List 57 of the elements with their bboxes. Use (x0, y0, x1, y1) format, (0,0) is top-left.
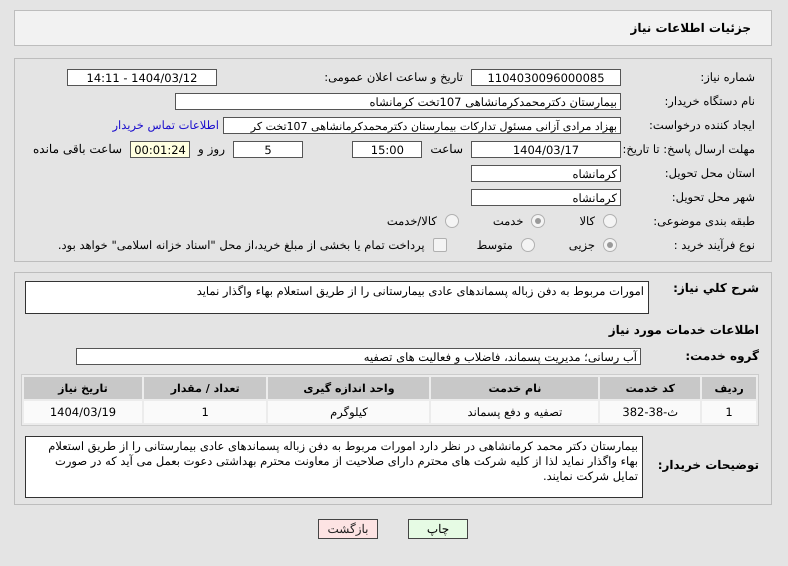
days-label: روز و (198, 142, 226, 156)
days-field: 5 (233, 140, 304, 158)
table-cell: کیلوگرم (268, 401, 430, 423)
table-cell: 1 (144, 401, 266, 423)
column-header: ردیف (702, 377, 756, 399)
payment-checkbox[interactable] (432, 238, 447, 252)
radio-label: کالا/خدمت (386, 214, 437, 228)
deadline-date-field: 1404/03/17 (471, 140, 621, 158)
province-field: کرمانشاه (471, 164, 621, 182)
purchase-type-radio[interactable] (520, 238, 535, 252)
field-label: تاریخ و ساعت اعلان عمومی: (323, 70, 463, 84)
checkbox-label: پرداخت تمام یا بخشی از مبلغ خرید،از محل "اسناد خزانه اسلامی" خواهد بود. (58, 238, 425, 252)
radio-label: خدمت (492, 214, 524, 228)
radio-label: متوسط (476, 238, 513, 252)
city-field: کرمانشاه (471, 188, 621, 206)
deadline-time-field: 15:00 (352, 140, 422, 158)
buyer-org-field: بیمارستان دکترمحمدکرمانشاهی 107تخت کرمانشاه (175, 92, 621, 110)
field-label: نام دستگاه خریدار: (663, 94, 756, 108)
field-label: ایجاد کننده درخواست: (648, 118, 756, 132)
back-button[interactable]: بازگشت (318, 519, 378, 539)
field-label: توضیحات خریدار: (656, 458, 760, 472)
table-cell: ث-38-382 (600, 401, 700, 423)
remaining-label: ساعت باقی مانده (33, 142, 122, 156)
announce-datetime-field: 1404/03/12 - 14:11 (67, 68, 217, 86)
table-cell: تصفیه و دفع پسماند (431, 401, 598, 423)
field-label: شماره نیاز: (699, 70, 756, 84)
buyer-contact-link[interactable]: اطلاعات تماس خریدار (112, 118, 219, 132)
field-label: شهر محل تحویل: (670, 190, 756, 204)
time-label: ساعت (430, 142, 463, 156)
service-group-field: آب رسانی؛ مدیریت پسماند، فاضلاب و فعالیت های تصفیه (76, 348, 641, 364)
buyer-notes-textarea[interactable]: بیمارستان دکتر محمد کرمانشاهی در نظر دارد امورات مربوط به دفن زباله پسماندهای عادی بیمارستانی را از طریق استعلام بهاء واگذار نماید لذا از کلیه شرکت های محترم دارای صلاحیت از معاونت محترم بهداشتی دعوت بعمل می آید که در صورت تمایل شرکت نمایند. (25, 436, 643, 498)
column-header: تعداد / مقدار (144, 377, 266, 399)
field-label: گروه خدمت: (684, 349, 760, 363)
field-label: شرح کلي نياز: (672, 281, 760, 295)
table-cell: 1 (702, 401, 756, 423)
purchase-type-radio[interactable] (603, 238, 617, 252)
category-radio[interactable] (444, 214, 459, 228)
field-label: نوع فرآیند خرید : (672, 238, 756, 252)
field-label: استان محل تحویل: (664, 166, 756, 180)
print-button[interactable]: چاپ (408, 519, 468, 539)
requester-field: بهزاد مرادی آزانی مسئول تدارکات بیمارستان دکترمحمدکرمانشاهی 107تخت کر (223, 116, 621, 134)
radio-label: جزیی (568, 238, 595, 252)
column-header: واحد اندازه گیری (268, 377, 430, 399)
summary-textarea[interactable]: امورات مربوط به دفن زباله پسماندهای عادی بیمارستانی را از طریق استعلام بهاء واگذار نماید (25, 281, 649, 314)
column-header: تاریخ نیاز (24, 377, 142, 399)
radio-label: کالا (579, 214, 595, 228)
remaining-time-field: 00:01:24 (130, 140, 190, 158)
section-title: اطلاعات خدمات مورد نیاز (608, 323, 760, 337)
field-label: طبقه بندی موضوعی: (652, 214, 756, 228)
page-title: جزئیات اطلاعات نیاز (630, 21, 751, 35)
need-number-field: 1104030096000085 (471, 68, 621, 86)
category-radio[interactable] (531, 214, 546, 228)
column-header: کد خدمت (600, 377, 700, 399)
field-label: مهلت ارسال پاسخ: تا تاریخ: (621, 142, 756, 156)
table-cell: 1404/03/19 (24, 401, 142, 423)
column-header: نام خدمت (431, 377, 598, 399)
category-radio[interactable] (603, 214, 617, 228)
